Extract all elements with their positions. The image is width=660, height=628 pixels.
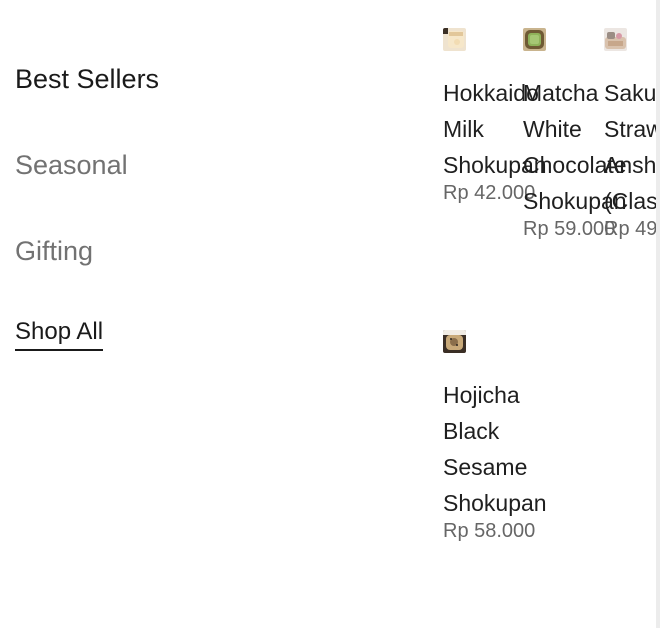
product-price: Rp 49.000: [604, 218, 660, 240]
category-gifting[interactable]: Gifting: [15, 234, 93, 268]
product-price: Rp 58.000: [443, 520, 536, 542]
shop-all-link[interactable]: Shop All: [15, 316, 104, 351]
product-card-hojicha-black-sesame[interactable]: Hojicha Black Sesame Shokupan Rp 58.000: [443, 330, 563, 544]
product-card-sakura-strawberry[interactable]: Sakura Strawberry Anshin (Classic) Rp 49…: [604, 28, 660, 242]
milk-bread-thumbnail[interactable]: [443, 28, 466, 51]
sakura-bread-thumbnail[interactable]: [604, 28, 627, 51]
product-name[interactable]: Sakura Strawberry Anshin (Classic): [604, 75, 660, 219]
hojicha-bread-thumbnail[interactable]: [443, 330, 466, 353]
matcha-bread-thumbnail[interactable]: [523, 28, 546, 51]
product-name[interactable]: Hojicha Black Sesame Shokupan: [443, 377, 563, 521]
page: Best Sellers Seasonal Gifting Shop All H…: [0, 0, 660, 628]
category-best-sellers[interactable]: Best Sellers: [15, 62, 159, 96]
scrollbar-track: [656, 0, 660, 628]
category-seasonal[interactable]: Seasonal: [15, 148, 128, 182]
